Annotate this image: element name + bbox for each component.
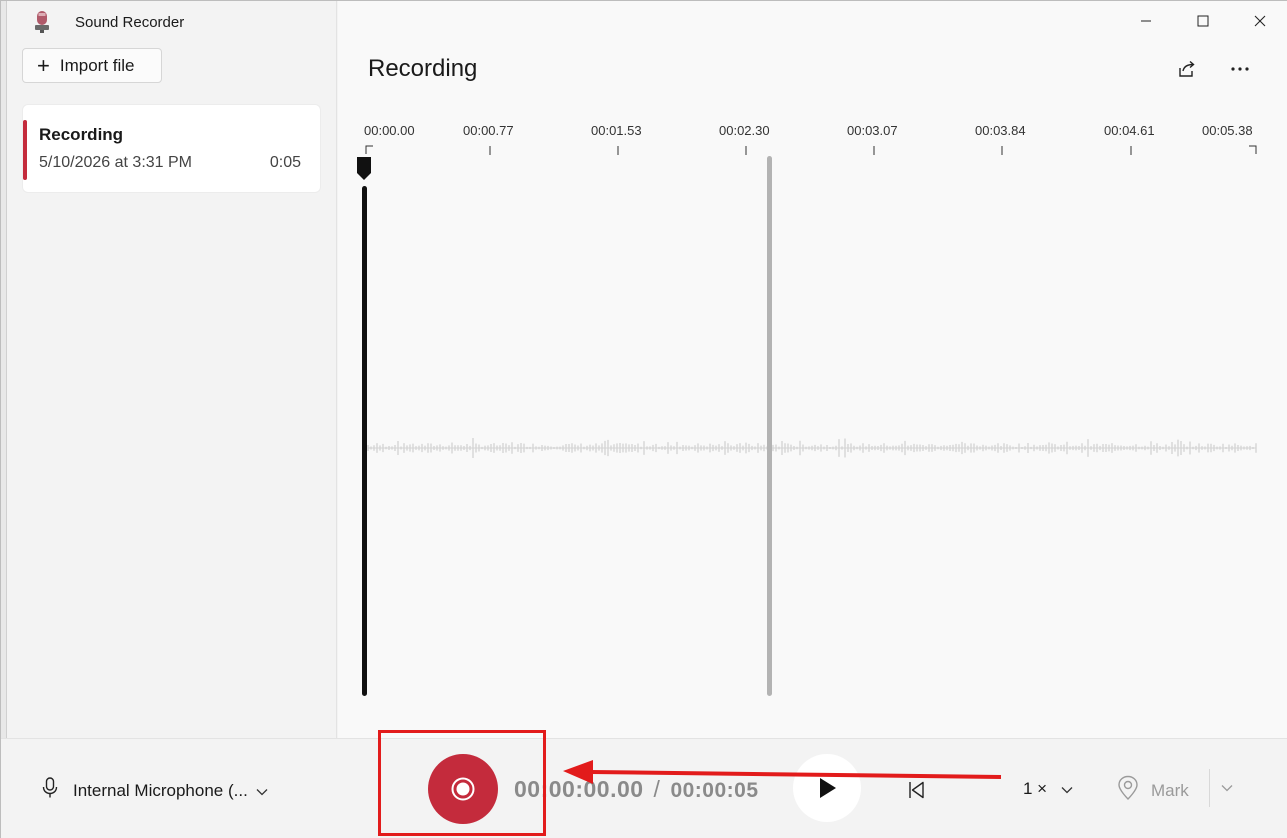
- microphone-app-icon: [29, 9, 55, 35]
- current-time: 00:00:00.00: [514, 776, 644, 802]
- selected-indicator: [23, 120, 27, 180]
- recording-duration: 0:05: [269, 154, 301, 171]
- chevron-down-icon: [1061, 779, 1073, 799]
- main-panel: Recording 00:00.00 00:00.77 00:01.53 00:…: [338, 1, 1287, 738]
- microphone-selector[interactable]: Internal Microphone (...: [41, 777, 268, 804]
- timeline-start-bracket: [365, 145, 373, 154]
- mark-button[interactable]: Mark: [1117, 775, 1189, 806]
- recording-name: Recording: [39, 125, 124, 144]
- skip-back-icon: [909, 781, 924, 799]
- playhead-line: [362, 186, 367, 696]
- sidebar: Sound Recorder + Import file Recording 5…: [7, 1, 337, 738]
- transport-bar: Internal Microphone (... 00:00:00.00/00:…: [1, 738, 1287, 838]
- import-file-button[interactable]: + Import file: [22, 48, 162, 83]
- location-pin-icon: [1117, 775, 1139, 806]
- chevron-down-icon: [256, 781, 268, 801]
- record-icon: [451, 777, 475, 801]
- total-time: 00:00:05: [670, 779, 759, 802]
- microphone-label: Internal Microphone (...: [73, 780, 248, 800]
- marker-line: [767, 156, 772, 696]
- play-icon: [820, 778, 836, 798]
- chevron-down-icon: [1221, 785, 1233, 792]
- divider: [1209, 769, 1210, 807]
- timeline-end-bracket: [1249, 145, 1257, 154]
- recording-date: 5/10/2026 at 3:31 PM: [39, 154, 192, 171]
- skip-back-button[interactable]: [901, 775, 931, 805]
- plus-icon: +: [37, 52, 50, 78]
- playback-speed-selector[interactable]: 1 ×: [1023, 779, 1073, 799]
- microphone-icon: [41, 777, 59, 804]
- waveform: [367, 438, 1257, 458]
- recording-list-item[interactable]: Recording 5/10/2026 at 3:31 PM 0:05: [22, 104, 321, 193]
- record-button[interactable]: [428, 754, 498, 824]
- play-button[interactable]: [793, 754, 861, 822]
- timeline[interactable]: 00:00.00 00:00.77 00:01.53 00:02.30 00:0…: [338, 1, 1287, 738]
- playback-speed: 1 ×: [1023, 779, 1048, 798]
- app-title-bar: Sound Recorder: [29, 9, 184, 35]
- mark-options-chevron[interactable]: [1221, 779, 1233, 797]
- app-title: Sound Recorder: [75, 13, 185, 31]
- waveform-canvas: [357, 145, 1257, 696]
- mark-label: Mark: [1151, 780, 1189, 800]
- playhead-handle: [357, 157, 371, 180]
- sound-recorder-window: Sound Recorder + Import file Recording 5…: [0, 0, 1287, 838]
- time-separator: /: [653, 776, 661, 802]
- time-readout: 00:00:00.00 / 00:00:05: [514, 776, 759, 803]
- import-file-label: Import file: [59, 55, 135, 75]
